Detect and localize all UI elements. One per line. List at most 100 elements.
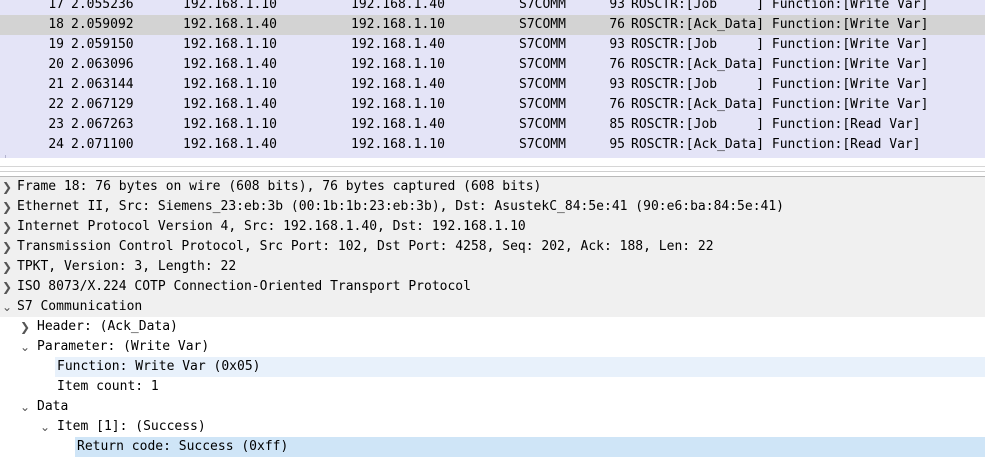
packet-time: 2.067129 [71,97,134,112]
tree-node-label: Header: (Ack_Data) [37,319,178,334]
packet-number: 24 [48,137,64,152]
chevron-right-icon[interactable]: ❯ [19,317,31,337]
packet-destination: 192.168.1.10 [351,137,445,152]
chevron-right-icon[interactable]: ❯ [1,237,13,257]
tree-node-label: Item count: 1 [57,379,159,394]
packet-destination: 192.168.1.40 [351,77,445,92]
chevron-down-icon[interactable]: ⌄ [1,297,13,317]
packet-source: 192.168.1.40 [183,97,277,112]
tree-node-cotp[interactable]: ❯ ISO 8073/X.224 COTP Connection-Oriente… [0,277,985,297]
packet-destination: 192.168.1.10 [351,57,445,72]
packet-info: ROSCTR:[Ack_Data] Function:[Write Var] [631,17,929,32]
packet-info: ROSCTR:[Job ] Function:[Read Var] [631,117,921,132]
chevron-right-icon[interactable]: ❯ [1,197,13,217]
packet-info: ROSCTR:[Ack_Data] Function:[Read Var] [631,137,921,152]
packet-protocol: S7COMM [519,0,566,12]
chevron-right-icon[interactable]: ❯ [1,217,13,237]
tree-node-s7comm[interactable]: ⌄ S7 Communication [0,297,985,317]
tree-node-item-count[interactable]: Item count: 1 [0,377,985,397]
packet-protocol: S7COMM [519,77,566,92]
packet-number: 19 [48,37,64,52]
packet-source: 192.168.1.40 [183,57,277,72]
packet-list[interactable]: 17 2.055236 192.168.1.10 192.168.1.40 S7… [0,0,985,158]
packet-source: 192.168.1.40 [183,17,277,32]
tree-node-label: Parameter: (Write Var) [37,339,210,354]
tree-node-label: Internet Protocol Version 4, Src: 192.16… [17,219,526,234]
packet-row[interactable]: 23 2.067263 192.168.1.10 192.168.1.40 S7… [0,115,985,135]
packet-length: 76 [609,17,625,32]
tree-node-label: ISO 8073/X.224 COTP Connection-Oriented … [17,279,471,294]
packet-protocol: S7COMM [519,57,566,72]
packet-time: 2.059092 [71,17,134,32]
packet-destination: 192.168.1.40 [351,0,445,12]
tree-node-ethernet[interactable]: ❯ Ethernet II, Src: Siemens_23:eb:3b (00… [0,197,985,217]
packet-length: 95 [609,137,625,152]
tree-node-label: S7 Communication [17,299,143,314]
packet-info: ROSCTR:[Job ] Function:[Write Var] [631,0,929,12]
tree-node-header[interactable]: ❯ Header: (Ack_Data) [0,317,985,337]
packet-row[interactable]: 21 2.063144 192.168.1.10 192.168.1.40 S7… [0,75,985,95]
chevron-down-icon[interactable]: ⌄ [19,337,31,357]
tree-node-tpkt[interactable]: ❯ TPKT, Version: 3, Length: 22 [0,257,985,277]
packet-number: 21 [48,77,64,92]
tree-node-label: Frame 18: 76 bytes on wire (608 bits), 7… [17,179,542,194]
packet-protocol: S7COMM [519,117,566,132]
tree-node-label: Return code: Success (0xff) [77,439,289,454]
packet-protocol: S7COMM [519,17,566,32]
packet-time: 2.059150 [71,37,134,52]
packet-row[interactable]: 24 2.071100 192.168.1.40 192.168.1.10 S7… [0,135,985,155]
packet-length: 93 [609,77,625,92]
packet-destination: 192.168.1.10 [351,17,445,32]
packet-source: 192.168.1.10 [183,37,277,52]
packet-source: 192.168.1.10 [183,0,277,12]
tree-node-label: Data [37,399,69,414]
packet-row[interactable]: 22 2.067129 192.168.1.40 192.168.1.10 S7… [0,95,985,115]
tree-node-label: Transmission Control Protocol, Src Port:… [17,239,714,254]
packet-number: 17 [48,0,64,12]
splitter-line [0,166,985,167]
packet-length: 76 [609,57,625,72]
chevron-right-icon[interactable]: ❯ [1,257,13,277]
packet-destination: 192.168.1.40 [351,117,445,132]
pane-splitter[interactable] [0,158,985,177]
packet-row[interactable]: 20 2.063096 192.168.1.40 192.168.1.10 S7… [0,55,985,75]
chevron-right-icon[interactable]: ❯ [1,177,13,197]
packet-row[interactable]: 17 2.055236 192.168.1.10 192.168.1.40 S7… [0,0,985,15]
tree-node-label: TPKT, Version: 3, Length: 22 [17,259,237,274]
tree-node-label: Ethernet II, Src: Siemens_23:eb:3b (00:1… [17,199,785,214]
tree-node-return-code[interactable]: Return code: Success (0xff) [0,437,985,457]
chevron-down-icon[interactable]: ⌄ [19,397,31,417]
tree-node-item-1[interactable]: ⌄ Item [1]: (Success) [0,417,985,437]
packet-protocol: S7COMM [519,37,566,52]
chevron-down-icon[interactable]: ⌄ [39,417,51,437]
tree-node-label: Function: Write Var (0x05) [57,359,261,374]
packet-time: 2.055236 [71,0,134,12]
packet-source: 192.168.1.10 [183,117,277,132]
packet-length: 93 [609,37,625,52]
packet-row[interactable]: 19 2.059150 192.168.1.10 192.168.1.40 S7… [0,35,985,55]
packet-time: 2.071100 [71,137,134,152]
packet-number: 20 [48,57,64,72]
tree-node-frame[interactable]: ❯ Frame 18: 76 bytes on wire (608 bits),… [0,177,985,197]
packet-time: 2.067263 [71,117,134,132]
packet-time: 2.063144 [71,77,134,92]
packet-protocol: S7COMM [519,97,566,112]
packet-length: 93 [609,0,625,12]
chevron-right-icon[interactable]: ❯ [1,277,13,297]
packet-length: 85 [609,117,625,132]
packet-info: ROSCTR:[Ack_Data] Function:[Write Var] [631,97,929,112]
packet-source: 192.168.1.40 [183,137,277,152]
packet-length: 76 [609,97,625,112]
packet-info: ROSCTR:[Job ] Function:[Write Var] [631,77,929,92]
tree-node-function[interactable]: Function: Write Var (0x05) [0,357,985,377]
packet-row-selected[interactable]: 18 2.059092 192.168.1.40 192.168.1.10 S7… [0,15,985,35]
tree-node-data[interactable]: ⌄ Data [0,397,985,417]
packet-destination: 192.168.1.40 [351,37,445,52]
packet-destination: 192.168.1.10 [351,97,445,112]
packet-details-tree[interactable]: ❯ Frame 18: 76 bytes on wire (608 bits),… [0,177,985,468]
tree-node-parameter[interactable]: ⌄ Parameter: (Write Var) [0,337,985,357]
splitter-line [0,171,985,172]
tree-node-tcp[interactable]: ❯ Transmission Control Protocol, Src Por… [0,237,985,257]
tree-node-label: Item [1]: (Success) [57,419,206,434]
tree-node-ipv4[interactable]: ❯ Internet Protocol Version 4, Src: 192.… [0,217,985,237]
